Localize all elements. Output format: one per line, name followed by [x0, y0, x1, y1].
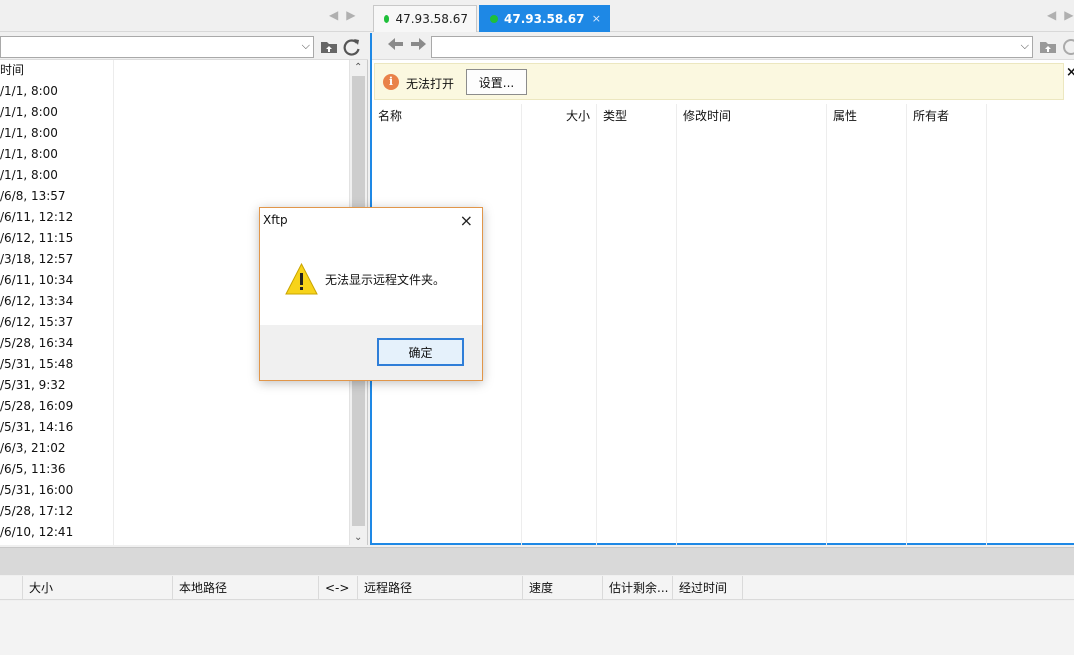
refresh-icon[interactable]: [1062, 38, 1074, 60]
column-header-elapsed[interactable]: 经过时间: [673, 576, 743, 600]
ok-button[interactable]: 确定: [377, 338, 464, 366]
list-item[interactable]: /1/1, 8:00: [0, 165, 350, 186]
transfer-list: [0, 601, 1074, 655]
tab-prev-icon[interactable]: ◀: [1047, 8, 1056, 22]
column-header-size[interactable]: 大小: [522, 104, 597, 545]
local-path-combo[interactable]: ⌵: [0, 36, 314, 58]
tab-label: 47.93.58.67: [504, 11, 585, 26]
remote-column-header: 名称 大小 类型 修改时间 属性 所有者: [372, 104, 1074, 545]
right-tab-scroll: ◀ ▶: [1047, 8, 1073, 22]
scroll-down-icon[interactable]: ⌄: [354, 532, 362, 543]
chevron-down-icon[interactable]: ⌵: [302, 39, 310, 53]
settings-button[interactable]: 设置...: [466, 69, 527, 95]
close-icon[interactable]: ×: [1066, 65, 1074, 80]
remote-toolbar: ⌵: [372, 33, 1074, 60]
column-header-type[interactable]: 类型: [597, 104, 677, 545]
dialog-message: 无法显示远程文件夹。: [325, 273, 446, 287]
tab-prev-icon[interactable]: ◀: [329, 8, 338, 22]
close-icon[interactable]: ×: [460, 211, 473, 230]
scroll-up-icon[interactable]: ⌃: [354, 62, 362, 73]
transfer-column-header: 大小 本地路径 <-> 远程路径 速度 估计剩余... 经过时间: [0, 576, 1074, 600]
list-item[interactable]: /6/3, 21:02: [0, 438, 350, 459]
back-arrow-icon[interactable]: [386, 35, 404, 58]
list-item[interactable]: /5/28, 17:12: [0, 501, 350, 522]
error-info-bar: i 无法打开 设置...: [374, 63, 1064, 100]
list-item[interactable]: /6/5, 11:36: [0, 459, 350, 480]
list-item[interactable]: /5/31, 16:00: [0, 480, 350, 501]
tab-session-1[interactable]: 47.93.58.67: [373, 5, 477, 32]
tab-bar: ◀ ▶ 47.93.58.67 47.93.58.67 × ◀ ▶: [0, 0, 1074, 32]
list-item[interactable]: /1/1, 8:00: [0, 102, 350, 123]
dialog-title: Xftp: [263, 213, 288, 227]
column-header-owner[interactable]: 所有者: [907, 104, 987, 545]
dialog-footer: 确定: [260, 325, 482, 380]
error-dialog: Xftp × 无法显示远程文件夹。 确定: [259, 207, 483, 381]
online-status-icon: [384, 15, 390, 23]
info-icon: i: [383, 74, 399, 90]
column-header-direction[interactable]: <->: [319, 576, 358, 600]
warning-icon: [285, 263, 318, 295]
list-item[interactable]: /6/8, 13:57: [0, 186, 350, 207]
column-header-remote-path[interactable]: 远程路径: [358, 576, 523, 600]
list-item[interactable]: /6/10, 12:41: [0, 522, 350, 543]
list-item[interactable]: /5/31, 14:16: [0, 417, 350, 438]
tab-next-icon[interactable]: ▶: [346, 8, 355, 22]
column-header-size[interactable]: 大小: [23, 576, 173, 600]
column-header-time-left[interactable]: 估计剩余...: [603, 576, 673, 600]
column-header-modified[interactable]: 修改时间: [677, 104, 827, 545]
column-header-local-path[interactable]: 本地路径: [173, 576, 319, 600]
column-header-time[interactable]: 时间: [0, 60, 350, 81]
column-header-speed[interactable]: 速度: [523, 576, 603, 600]
online-status-icon: [490, 14, 498, 23]
tab-next-icon[interactable]: ▶: [1064, 8, 1073, 22]
tab-close-icon[interactable]: ×: [592, 12, 601, 25]
info-message: 无法打开: [406, 77, 455, 91]
refresh-icon[interactable]: [343, 38, 361, 60]
list-item[interactable]: /1/1, 8:00: [0, 144, 350, 165]
folder-up-icon[interactable]: [1039, 38, 1057, 58]
forward-arrow-icon[interactable]: [410, 35, 428, 58]
list-item[interactable]: /1/1, 8:00: [0, 81, 350, 102]
folder-up-icon[interactable]: [320, 38, 338, 58]
list-item[interactable]: /1/1, 8:00: [0, 123, 350, 144]
remote-path-combo[interactable]: ⌵: [431, 36, 1033, 58]
column-header-attributes[interactable]: 属性: [827, 104, 907, 545]
left-tab-scroll: ◀ ▶: [329, 8, 355, 22]
tab-label: 47.93.58.67: [395, 12, 468, 26]
column-header-name[interactable]: [0, 576, 23, 600]
chevron-down-icon[interactable]: ⌵: [1021, 39, 1029, 53]
local-toolbar: ⌵: [0, 33, 368, 60]
transfer-tab-strip: [0, 547, 1074, 575]
tab-session-2[interactable]: 47.93.58.67 ×: [479, 5, 610, 32]
list-item[interactable]: /5/28, 16:09: [0, 396, 350, 417]
